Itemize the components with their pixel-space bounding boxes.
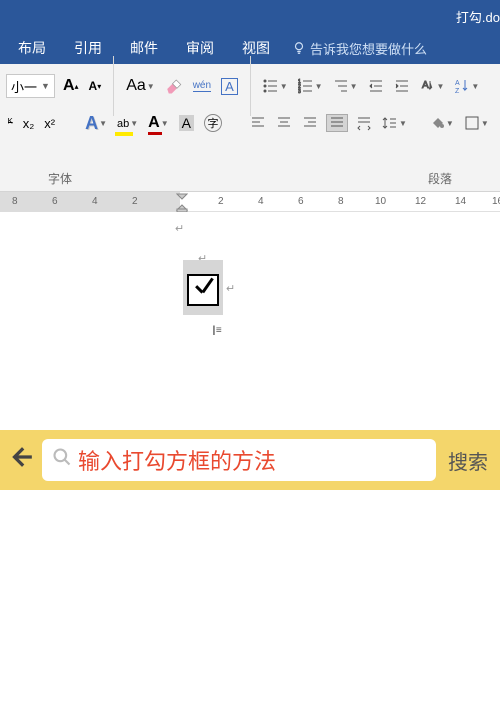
search-icon xyxy=(52,447,72,473)
align-justify-icon xyxy=(329,115,345,131)
lightbulb-icon xyxy=(292,41,306,55)
shrink-font-button[interactable]: A▾ xyxy=(87,79,104,93)
doc-title: 打勾.do xyxy=(456,7,500,26)
line-spacing-button[interactable]: ▼ xyxy=(380,115,409,131)
search-button[interactable]: 搜索 xyxy=(444,446,492,475)
search-input[interactable]: 输入打勾方框的方法 xyxy=(42,439,436,481)
ruler-margin xyxy=(0,192,180,212)
strikethrough-button[interactable]: ᴷ xyxy=(6,117,15,129)
tab-review[interactable]: 审阅 xyxy=(172,32,228,64)
font-color-button[interactable]: A▼ xyxy=(146,114,170,132)
text-dir-icon: A xyxy=(420,78,436,94)
font-group-label: 字体 xyxy=(48,170,72,187)
paragraph-mark-icon: ↵ xyxy=(226,282,235,295)
enclose-char-button[interactable]: 字 xyxy=(202,114,224,132)
align-left-icon xyxy=(250,115,266,131)
paragraph-mark-icon: ↵ xyxy=(175,222,184,235)
tab-mail[interactable]: 邮件 xyxy=(116,32,172,64)
subscript-button[interactable]: x₂ xyxy=(21,116,37,131)
chevron-down-icon: ▼ xyxy=(41,81,50,91)
highlight-button[interactable]: ab▼ xyxy=(115,114,140,132)
para-group-label: 段落 xyxy=(428,170,452,187)
align-center-icon xyxy=(276,115,292,131)
numbering-button[interactable]: 123▼ xyxy=(296,78,325,94)
phonetic-button[interactable]: wén xyxy=(191,80,213,92)
document-page[interactable]: ↵ ↵ ↵ I≡ xyxy=(0,212,500,612)
distribute-icon xyxy=(356,115,372,131)
svg-text:Z: Z xyxy=(455,88,460,94)
line-spacing-icon xyxy=(382,115,398,131)
title-bar: 打勾.do xyxy=(0,0,500,32)
align-right-button[interactable] xyxy=(300,115,320,131)
numbering-icon: 123 xyxy=(298,78,314,94)
align-right-icon xyxy=(302,115,318,131)
font-size-select[interactable]: 小一▼ xyxy=(6,74,55,98)
grow-font-button[interactable]: A▴ xyxy=(61,77,81,95)
multilevel-button[interactable]: ▼ xyxy=(331,78,360,94)
multilevel-icon xyxy=(333,78,349,94)
sort-icon: AZ xyxy=(454,78,470,94)
text-effects-button[interactable]: A▼ xyxy=(83,113,109,134)
borders-button[interactable]: ▼ xyxy=(462,115,491,131)
ruler[interactable]: 8 6 4 2 2 4 6 8 10 12 14 16 xyxy=(0,192,500,212)
tab-references[interactable]: 引用 xyxy=(60,32,116,64)
back-button[interactable] xyxy=(8,444,34,477)
bullets-icon xyxy=(263,78,279,94)
align-justify-button[interactable] xyxy=(326,114,348,132)
sort-button[interactable]: AZ▼ xyxy=(452,78,481,94)
text-cursor-icon: I≡ xyxy=(212,322,222,338)
outdent-icon xyxy=(368,78,384,94)
increase-indent-button[interactable] xyxy=(392,78,412,94)
align-left-button[interactable] xyxy=(248,115,268,131)
char-shading-button[interactable]: A xyxy=(177,115,196,131)
align-center-button[interactable] xyxy=(274,115,294,131)
char-border-button[interactable]: A xyxy=(219,78,240,95)
bucket-icon xyxy=(429,115,445,131)
text-direction-button[interactable]: A▼ xyxy=(418,78,447,94)
svg-text:A: A xyxy=(455,80,460,87)
svg-text:3: 3 xyxy=(298,89,301,94)
arrow-left-icon xyxy=(8,444,34,470)
decrease-indent-button[interactable] xyxy=(366,78,386,94)
svg-text:A: A xyxy=(422,80,429,91)
eraser-icon xyxy=(165,77,183,95)
para-shading-button[interactable]: ▼ xyxy=(427,115,456,131)
search-overlay: 输入打勾方框的方法 搜索 xyxy=(0,430,500,490)
change-case-button[interactable]: Aa▼ xyxy=(124,77,157,95)
tab-view[interactable]: 视图 xyxy=(228,32,284,64)
search-text: 输入打勾方框的方法 xyxy=(78,444,276,476)
ribbon: 小一▼ A▴ A▾ Aa▼ wén A ▼ 123▼ ▼ A▼ AZ▼ ᴷ x₂… xyxy=(0,64,500,192)
indent-icon xyxy=(394,78,410,94)
checkbox-symbol xyxy=(187,274,219,306)
distribute-button[interactable] xyxy=(354,115,374,131)
tell-me[interactable]: 告诉我您想要做什么 xyxy=(292,39,427,58)
tab-layout[interactable]: 布局 xyxy=(4,32,60,64)
clear-format-button[interactable] xyxy=(163,77,185,95)
bullets-button[interactable]: ▼ xyxy=(261,78,290,94)
border-icon xyxy=(464,115,480,131)
superscript-button[interactable]: x² xyxy=(42,116,57,131)
